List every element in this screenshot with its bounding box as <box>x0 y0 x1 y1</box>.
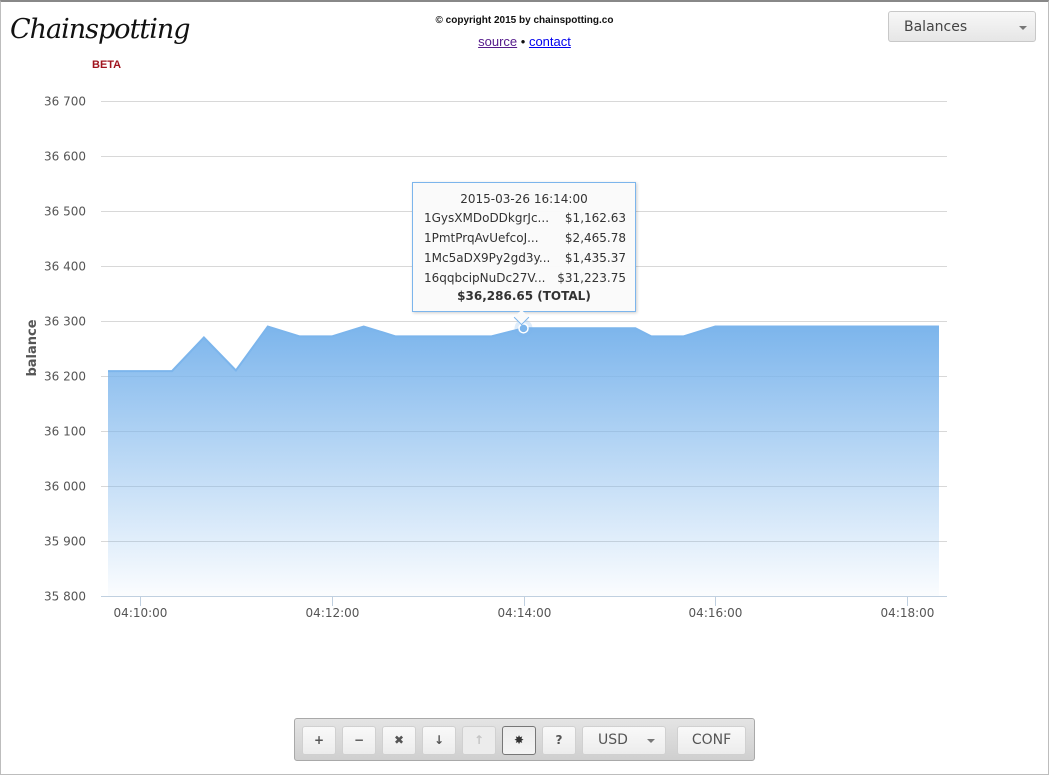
series <box>108 319 939 596</box>
x-tick-label: 04:10:00 <box>114 606 168 620</box>
tooltip-row: 1GysXMDoDDkgrJc... $1,162.63 <box>424 211 626 227</box>
move-up-button[interactable]: ↑ <box>462 726 496 755</box>
tooltip-address: 1GysXMDoDDkgrJc... <box>424 211 550 225</box>
gear-icon: ✸ <box>513 733 525 747</box>
move-down-button[interactable]: ↓ <box>422 726 456 755</box>
tooltip-row: 16qqbcipNuDc27V... $31,223.75 <box>424 271 626 287</box>
y-tick-label: 36 000 <box>44 480 86 494</box>
tooltip-address: 16qqbcipNuDc27V... <box>424 271 546 285</box>
y-tick-label: 36 400 <box>44 260 86 274</box>
currency-select[interactable]: USD <box>582 726 666 755</box>
tooltip-row: 1PmtPrqAvUefcoJ... $2,465.78 <box>424 231 626 247</box>
zoom-out-button[interactable]: − <box>342 726 376 755</box>
chevron-down-icon <box>647 739 655 743</box>
arrow-down-icon: ↓ <box>433 733 445 747</box>
y-tick-label: 35 800 <box>44 590 86 604</box>
x-tick-label: 04:14:00 <box>498 606 552 620</box>
y-tick-label: 36 500 <box>44 205 86 219</box>
tooltip-value: $1,162.63 <box>564 211 626 225</box>
y-axis-title: balance <box>25 319 40 376</box>
y-tick-label: 36 600 <box>44 150 86 164</box>
tooltip-address: 1PmtPrqAvUefcoJ... <box>424 231 539 245</box>
tooltip-title: 2015-03-26 16:14:00 <box>460 192 588 206</box>
tooltip-address: 1Mc5aDX9Py2gd3y... <box>424 251 551 265</box>
reset-button[interactable]: ✖ <box>382 726 416 755</box>
currency-value: USD <box>598 732 628 748</box>
y-tick-label: 36 300 <box>44 315 86 329</box>
help-button[interactable]: ? <box>542 726 576 755</box>
tooltip-value: $2,465.78 <box>564 231 626 245</box>
balance-chart[interactable]: 35 800 35 900 36 000 36 100 36 200 36 300 36 4… <box>0 0 1049 774</box>
tooltip-row: 1Mc5aDX9Py2gd3y... $1,435.37 <box>424 251 626 267</box>
settings-button[interactable]: ✸ <box>502 726 536 755</box>
conf-label: CONF <box>691 732 732 748</box>
x-tick-label: 04:12:00 <box>306 606 360 620</box>
tooltip-value: $1,435.37 <box>564 251 626 265</box>
y-tick-label: 35 900 <box>44 535 86 549</box>
minus-icon: − <box>353 733 365 747</box>
y-tick-label: 36 100 <box>44 425 86 439</box>
y-axis: 35 800 35 900 36 000 36 100 36 200 36 300 36 4… <box>44 95 86 604</box>
zoom-in-button[interactable]: + <box>302 726 336 755</box>
y-tick-label: 36 200 <box>44 370 86 384</box>
conf-button[interactable]: CONF <box>677 726 746 755</box>
tooltip: 2015-03-26 16:14:00 1GysXMDoDDkgrJc... $… <box>412 182 636 326</box>
close-icon: ✖ <box>393 733 405 747</box>
y-tick-label: 36 700 <box>44 95 86 109</box>
toolbar: + − ✖ ↓ ↑ ✸ ? USD CONF <box>294 718 755 761</box>
tooltip-value: $31,223.75 <box>557 271 626 285</box>
x-tick-label: 04:18:00 <box>881 606 935 620</box>
help-icon: ? <box>555 733 563 747</box>
x-tick-label: 04:16:00 <box>689 606 743 620</box>
highlighted-point <box>518 323 529 334</box>
plus-icon: + <box>313 733 325 747</box>
arrow-up-icon: ↑ <box>473 733 485 747</box>
x-axis: 04:10:00 04:12:00 04:14:00 04:16:00 04:18:00 <box>101 596 947 620</box>
tooltip-total: $36,286.65 (TOTAL) <box>457 289 591 303</box>
